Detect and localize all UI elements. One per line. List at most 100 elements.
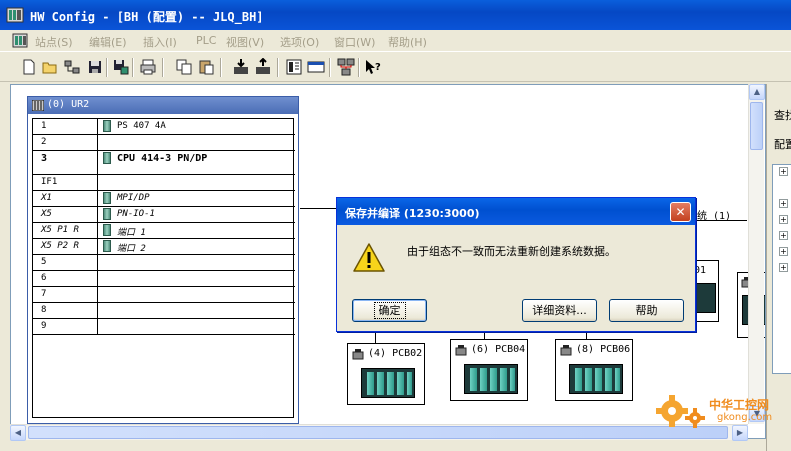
rack-title: (0) UR2 [47, 99, 90, 110]
rack-row[interactable]: X5 P1 R 端口 1 [33, 223, 295, 239]
toolbar-separator [277, 58, 279, 77]
close-icon[interactable]: ✕ [670, 202, 691, 222]
overview-icon[interactable] [307, 58, 325, 76]
rack-row[interactable]: IF1 [33, 175, 295, 191]
menu-edit[interactable]: 编辑(E) [89, 34, 127, 50]
station-pcb02[interactable]: (4) PCB02 [347, 343, 425, 405]
print-icon[interactable] [139, 58, 157, 76]
rack-row[interactable]: 3 CPU 414-3 PN/DP [33, 151, 295, 175]
expand-icon[interactable]: + [779, 167, 788, 176]
rack-icon [32, 100, 44, 111]
toolbar-separator [220, 58, 222, 77]
window-title: HW Config - [BH (配置) -- JLQ_BH] [30, 10, 264, 24]
save-icon[interactable] [86, 58, 104, 76]
rack-row[interactable]: 7 [33, 287, 295, 303]
details-button[interactable]: 详细资料... [522, 299, 597, 322]
rack-column-divider [97, 135, 98, 150]
rack-slot-number: 2 [41, 137, 47, 147]
rack-row[interactable]: 1 PS 407 4A [33, 119, 295, 135]
help-pointer-icon[interactable]: ? [364, 58, 382, 76]
expand-icon[interactable]: + [779, 247, 788, 256]
menu-insert[interactable]: 插入(I) [143, 34, 177, 50]
copy-icon[interactable] [175, 58, 193, 76]
station-rack-graphic [464, 364, 518, 394]
find-label[interactable]: 查找 [774, 107, 791, 123]
rack-row[interactable]: 6 [33, 271, 295, 287]
new-icon[interactable] [20, 58, 38, 76]
network-access-icon[interactable] [63, 58, 81, 76]
rack-row[interactable]: X5 PN-IO-1 [33, 207, 295, 223]
rack-row[interactable]: 2 [33, 135, 295, 151]
help-button[interactable]: 帮助 [609, 299, 684, 322]
expand-icon[interactable]: + [779, 199, 788, 208]
watermark-title: 中华工控网 [709, 398, 770, 412]
expand-icon[interactable]: + [779, 263, 788, 272]
paste-icon[interactable] [197, 58, 215, 76]
rack-column-divider [97, 119, 98, 134]
document-window-icon[interactable] [12, 33, 28, 48]
menu-plc[interactable]: PLC [196, 34, 216, 47]
vertical-scrollbar[interactable]: ▲ ▼ [748, 84, 765, 424]
rack-window[interactable]: (0) UR2 1 PS 407 4A 2 3 CPU 414-3 PN/DP IF1 X1… [27, 96, 299, 424]
toolbar-separator [358, 58, 360, 77]
dialog-message: 由于组态不一致而无法重新创建系统数据。 [407, 245, 616, 258]
rack-column-divider [97, 175, 98, 190]
rack-module-name: PS 407 4A [117, 121, 166, 131]
download-icon[interactable] [232, 58, 250, 76]
rack-slot-number: X1 [41, 193, 52, 203]
rack-slot-number: 1 [41, 121, 47, 131]
toolbar: ? [0, 53, 791, 82]
watermark-url: gkong.com [717, 412, 773, 423]
horizontal-scrollbar[interactable]: ◀ ▶ [10, 424, 748, 441]
rack-column-divider [97, 319, 98, 334]
expand-icon[interactable]: + [779, 215, 788, 224]
station-label: (8) PCB06 [576, 344, 631, 355]
scroll-thumb[interactable] [750, 102, 763, 150]
rack-row[interactable]: 5 [33, 255, 295, 271]
station-pcb04[interactable]: (6) PCB04 [450, 339, 528, 401]
rack-slot-number: X5 P1 R [41, 225, 79, 235]
menu-station[interactable]: 站点(S) [35, 34, 73, 50]
scroll-up-icon[interactable]: ▲ [749, 84, 765, 100]
module-icon [103, 120, 111, 132]
module-icon [103, 208, 111, 220]
station-label: (6) PCB04 [471, 344, 526, 355]
upload-icon[interactable] [254, 58, 272, 76]
scroll-thumb[interactable] [28, 426, 728, 439]
network-config-icon[interactable] [337, 58, 355, 76]
rack-slot-number: 9 [41, 321, 47, 331]
catalog-icon[interactable] [285, 58, 303, 76]
profile-label[interactable]: 配置 [774, 136, 791, 152]
catalog-tree[interactable]: + + + + + + [772, 164, 791, 374]
rack-module-name: CPU 414-3 PN/DP [117, 153, 208, 164]
open-icon[interactable] [41, 58, 59, 76]
menu-help[interactable]: 帮助(H) [388, 34, 427, 50]
rack-column-divider [97, 223, 98, 238]
rack-row[interactable]: X1 MPI/DP [33, 191, 295, 207]
expand-icon[interactable]: + [779, 231, 788, 240]
menu-view[interactable]: 视图(V) [226, 34, 264, 50]
hw-config-icon [6, 7, 24, 23]
warning-icon [353, 243, 385, 272]
rack-column-divider [97, 239, 98, 254]
station-icon [455, 345, 467, 356]
rack-column-divider [97, 255, 98, 270]
save-compile-icon[interactable] [112, 58, 130, 76]
rack-column-divider [97, 287, 98, 302]
rack-row[interactable]: X5 P2 R 端口 2 [33, 239, 295, 255]
network-line [300, 208, 340, 209]
toolbar-separator [132, 58, 134, 77]
menu-window[interactable]: 窗口(W) [334, 34, 375, 50]
rack-row[interactable]: 8 [33, 303, 295, 319]
rack-slot-number: 3 [41, 153, 48, 164]
rack-module-name: 端口 1 [117, 228, 146, 238]
rack-title-bar[interactable]: (0) UR2 [28, 97, 298, 114]
menu-options[interactable]: 选项(O) [280, 34, 319, 50]
dialog-title-bar[interactable]: 保存并编译 (1230:3000) ✕ [337, 198, 695, 225]
station-pcb06[interactable]: (8) PCB06 [555, 339, 633, 401]
scroll-left-icon[interactable]: ◀ [10, 425, 26, 441]
ok-button[interactable]: 确定 [352, 299, 427, 322]
rack-row[interactable]: 9 [33, 319, 295, 335]
module-icon [103, 240, 111, 252]
svg-text:?: ? [375, 62, 381, 73]
